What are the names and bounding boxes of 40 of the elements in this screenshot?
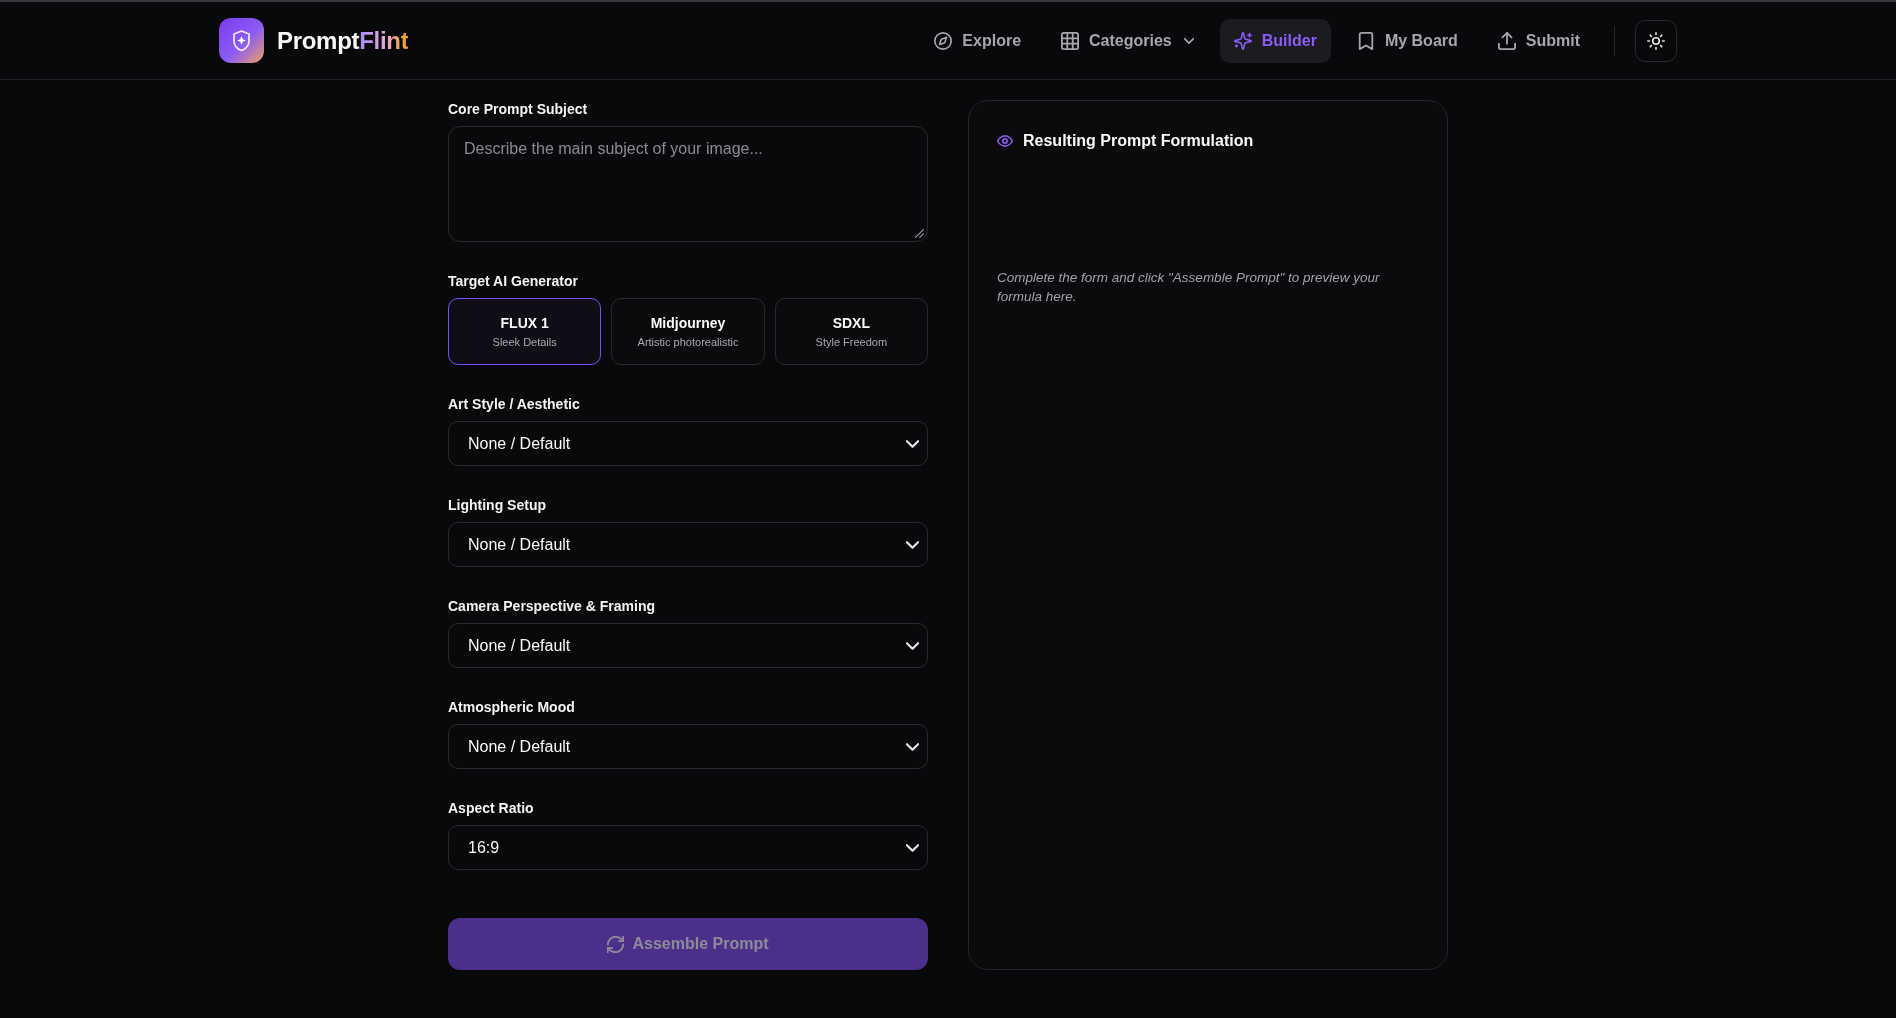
generator-option[interactable]: SDXL Style Freedom (774, 298, 928, 365)
preview-hint: Complete the form and click "Assemble Prompt" to preview your formula here. (997, 269, 1381, 306)
chevron-down-icon (906, 540, 919, 549)
nav-link[interactable]: Categories (1047, 18, 1208, 63)
select-field[interactable]: None / Default (448, 421, 928, 466)
nav-link[interactable]: Explore (920, 18, 1036, 63)
select-field[interactable]: None / Default (448, 522, 928, 567)
field-label: Camera Perspective & Framing (448, 597, 656, 615)
nav-link[interactable]: Builder (1219, 18, 1331, 63)
bookmark-icon (1356, 31, 1375, 50)
field-label: Art Style / Aesthetic (448, 395, 581, 413)
grid-icon (1061, 31, 1080, 50)
subject-textarea[interactable]: Describe the main subject of your image... (448, 126, 928, 242)
theme-toggle-button[interactable] (1635, 19, 1677, 62)
preview-title: Resulting Prompt Formulation (1023, 131, 1254, 151)
nav-link[interactable]: My Board (1342, 18, 1472, 63)
field-label: Atmospheric Mood (448, 698, 576, 716)
field-label: Lighting Setup (448, 496, 547, 514)
generator-option[interactable]: Midjourney Artistic photorealistic (611, 298, 765, 365)
resize-handle-icon (915, 229, 924, 238)
logo-icon (219, 18, 264, 63)
field-label: Target AI Generator (448, 272, 579, 290)
nav-link[interactable]: Submit (1483, 18, 1594, 63)
field-label: Aspect Ratio (448, 799, 535, 817)
chevron-down-icon (906, 742, 919, 751)
compass-icon (934, 31, 953, 50)
chevron-down-icon (906, 439, 919, 448)
field-label: Core Prompt Subject (448, 100, 589, 118)
select-field[interactable]: None / Default (448, 724, 928, 769)
chevron-down-icon (906, 641, 919, 650)
logo-link[interactable]: PromptFlint (219, 18, 409, 63)
chevron-down-icon (906, 843, 919, 852)
generator-option[interactable]: FLUX 1 Sleek Details (448, 298, 602, 365)
sparkles-icon (1233, 31, 1252, 50)
select-field[interactable]: None / Default (448, 623, 928, 668)
refresh-icon (607, 935, 625, 953)
upload-icon (1497, 31, 1516, 50)
sun-icon (1647, 31, 1665, 50)
eye-icon (997, 135, 1013, 147)
select-field[interactable]: 16:9 (448, 825, 928, 870)
